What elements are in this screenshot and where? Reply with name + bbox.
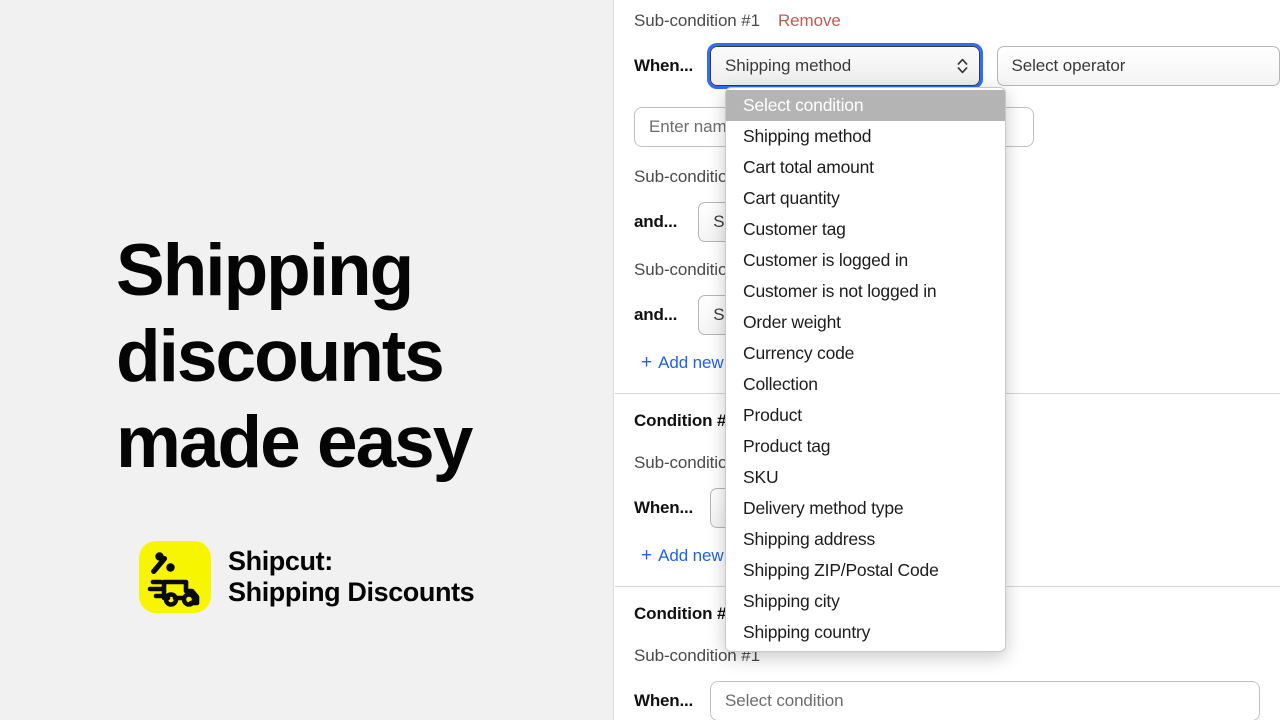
dropdown-option-label: Delivery method type	[743, 498, 903, 519]
dropdown-option[interactable]: Order weight	[726, 307, 1005, 338]
condition-label: Condition #2	[634, 411, 736, 430]
dropdown-option-label: Collection	[743, 374, 818, 395]
dropdown-option[interactable]: Shipping method	[726, 121, 1005, 152]
chevron-updown-icon	[957, 57, 968, 75]
dropdown-option-label: Currency code	[743, 343, 854, 364]
dropdown-option[interactable]: Shipping ZIP/Postal Code	[726, 555, 1005, 586]
when-row-c3: When... Select condition	[615, 681, 1280, 720]
operator-select-placeholder: Select operator	[1012, 56, 1126, 76]
app-screenshot: Shipping discounts made easy	[0, 0, 1280, 720]
sub-condition-label: Sub-condition #1	[634, 11, 760, 31]
promo-panel: Shipping discounts made easy	[0, 0, 614, 720]
dropdown-option[interactable]: Shipping country	[726, 617, 1005, 648]
dropdown-option[interactable]: Select condition	[726, 90, 1005, 121]
dropdown-option-label: Shipping city	[743, 591, 840, 612]
dropdown-option-label: Shipping method	[743, 126, 871, 147]
dropdown-option[interactable]: Shipping address	[726, 524, 1005, 555]
remove-link[interactable]: Remove	[778, 11, 841, 31]
dropdown-option-label: Cart quantity	[743, 188, 840, 209]
and-label: and...	[634, 212, 677, 232]
dropdown-option[interactable]: Customer is not logged in	[726, 276, 1005, 307]
dropdown-option[interactable]: Customer tag	[726, 214, 1005, 245]
dropdown-option[interactable]: Delivery method type	[726, 493, 1005, 524]
dropdown-option-label: Customer is not logged in	[743, 281, 936, 302]
dropdown-option-label: Select condition	[743, 95, 863, 116]
dropdown-option-label: Shipping country	[743, 622, 870, 643]
dropdown-option[interactable]: Customer is logged in	[726, 245, 1005, 276]
when-label: When...	[634, 498, 693, 518]
condition-select-placeholder: Select condition	[725, 691, 843, 711]
dropdown-option-label: Customer tag	[743, 219, 846, 240]
operator-select[interactable]: Select operator	[997, 46, 1280, 86]
dropdown-option[interactable]: Cart total amount	[726, 152, 1005, 183]
brand-lockup: Shipcut: Shipping Discounts	[139, 541, 474, 613]
condition-select[interactable]: Shipping method	[710, 46, 979, 86]
condition-select-value: Shipping method	[725, 56, 851, 76]
brand-name: Shipcut: Shipping Discounts	[228, 546, 474, 608]
dropdown-option-label: Shipping address	[743, 529, 875, 550]
name-input-placeholder: Enter name	[649, 117, 736, 137]
dropdown-option-label: Product	[743, 405, 802, 426]
dropdown-option[interactable]: Product	[726, 400, 1005, 431]
when-label: When...	[634, 691, 693, 711]
dropdown-option-label: Shipping ZIP/Postal Code	[743, 560, 939, 581]
condition-dropdown-menu[interactable]: Select condition Shipping method Cart tota…	[725, 87, 1006, 652]
dropdown-option[interactable]: Product tag	[726, 431, 1005, 462]
condition-label: Condition #3	[634, 604, 736, 623]
plus-icon: +	[641, 545, 652, 567]
dropdown-option[interactable]: SKU	[726, 462, 1005, 493]
sub-condition-1-header: Sub-condition #1 Remove	[615, 11, 1280, 31]
promo-headline: Shipping discounts made easy	[116, 228, 546, 486]
dropdown-option-label: Order weight	[743, 312, 841, 333]
when-label: When...	[634, 56, 693, 76]
dropdown-option-label: Cart total amount	[743, 157, 874, 178]
dropdown-option[interactable]: Collection	[726, 369, 1005, 400]
dropdown-option[interactable]: Shipping city	[726, 586, 1005, 617]
when-row-1: When... Shipping method Select operator	[615, 46, 1280, 86]
dropdown-option[interactable]: Currency code	[726, 338, 1005, 369]
dropdown-option-label: Product tag	[743, 436, 830, 457]
dropdown-option-label: Customer is logged in	[743, 250, 908, 271]
condition-select[interactable]: Select condition	[710, 681, 1260, 720]
dropdown-option[interactable]: Cart quantity	[726, 183, 1005, 214]
plus-icon: +	[641, 352, 652, 374]
percent-truck-icon	[139, 541, 211, 613]
dropdown-option-label: SKU	[743, 467, 778, 488]
and-label: and...	[634, 305, 677, 325]
